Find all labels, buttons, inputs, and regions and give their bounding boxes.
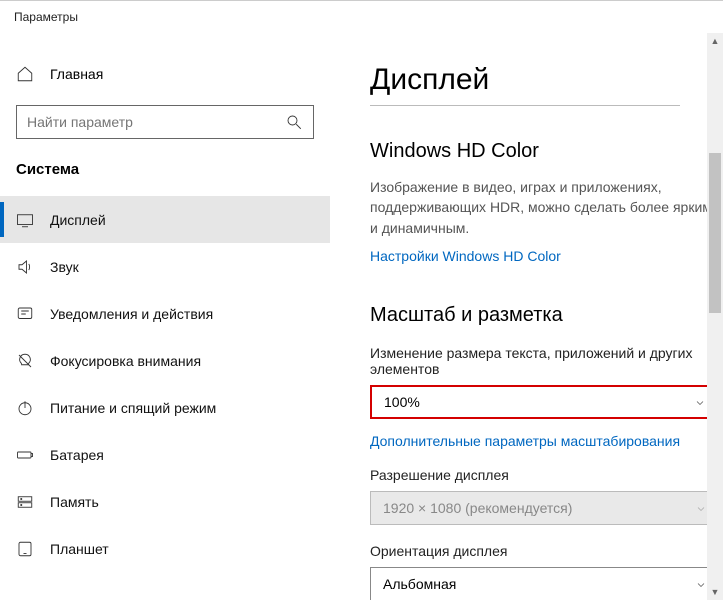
search-icon	[285, 113, 303, 131]
home-icon	[16, 65, 34, 83]
vertical-scrollbar[interactable]: ▲ ▼	[707, 33, 723, 600]
orientation-label: Ориентация дисплея	[370, 543, 723, 559]
nav-focus[interactable]: Фокусировка внимания	[0, 337, 330, 384]
text-size-value: 100%	[384, 394, 420, 410]
scrollbar-thumb[interactable]	[709, 153, 721, 313]
nav-display[interactable]: Дисплей	[0, 196, 330, 243]
nav-label: Батарея	[50, 447, 104, 463]
search-box[interactable]	[16, 105, 314, 139]
text-size-select[interactable]: 100%	[370, 385, 720, 419]
nav-label: Уведомления и действия	[50, 306, 213, 322]
chevron-down-icon	[695, 502, 707, 514]
window-titlebar: Параметры	[0, 1, 723, 33]
hd-color-link[interactable]: Настройки Windows HD Color	[370, 248, 561, 264]
nav-storage[interactable]: Память	[0, 478, 330, 525]
orientation-value: Альбомная	[383, 576, 456, 592]
nav-label: Планшет	[50, 541, 109, 557]
nav-notifications[interactable]: Уведомления и действия	[0, 290, 330, 337]
section-label: Система	[0, 161, 330, 196]
nav-list: Дисплей Звук Уведомления и действия	[0, 196, 330, 572]
battery-icon	[16, 446, 34, 464]
storage-icon	[16, 493, 34, 511]
chevron-down-icon	[694, 396, 706, 408]
display-icon	[16, 211, 34, 229]
search-input[interactable]	[27, 114, 285, 130]
nav-tablet[interactable]: Планшет	[0, 525, 330, 572]
nav-battery[interactable]: Батарея	[0, 431, 330, 478]
sidebar: Главная Система Дисплей	[0, 33, 330, 600]
sound-icon	[16, 258, 34, 276]
page-title: Дисплей	[370, 63, 680, 106]
notifications-icon	[16, 305, 34, 323]
hd-color-desc: Изображение в видео, играх и приложениях…	[370, 177, 723, 238]
text-size-label: Изменение размера текста, приложений и д…	[370, 345, 723, 377]
scroll-up-arrow[interactable]: ▲	[707, 33, 723, 49]
main-panel: Дисплей Windows HD Color Изображение в в…	[330, 33, 723, 600]
nav-label: Дисплей	[50, 212, 106, 228]
scale-heading: Масштаб и разметка	[370, 304, 723, 327]
nav-label: Фокусировка внимания	[50, 353, 201, 369]
nav-power[interactable]: Питание и спящий режим	[0, 384, 330, 431]
nav-label: Память	[50, 494, 99, 510]
window-title: Параметры	[14, 10, 78, 24]
resolution-select[interactable]: 1920 × 1080 (рекомендуется)	[370, 491, 720, 525]
hd-color-heading: Windows HD Color	[370, 140, 723, 163]
scroll-down-arrow[interactable]: ▼	[707, 584, 723, 600]
resolution-value: 1920 × 1080 (рекомендуется)	[383, 500, 572, 516]
nav-label: Звук	[50, 259, 79, 275]
power-icon	[16, 399, 34, 417]
orientation-select[interactable]: Альбомная	[370, 567, 720, 600]
home-link[interactable]: Главная	[0, 57, 330, 91]
focus-icon	[16, 352, 34, 370]
nav-label: Питание и спящий режим	[50, 400, 216, 416]
chevron-down-icon	[695, 578, 707, 590]
tablet-icon	[16, 540, 34, 558]
resolution-label: Разрешение дисплея	[370, 467, 723, 483]
advanced-scaling-link[interactable]: Дополнительные параметры масштабирования	[370, 433, 680, 449]
nav-sound[interactable]: Звук	[0, 243, 330, 290]
home-label: Главная	[50, 66, 103, 82]
